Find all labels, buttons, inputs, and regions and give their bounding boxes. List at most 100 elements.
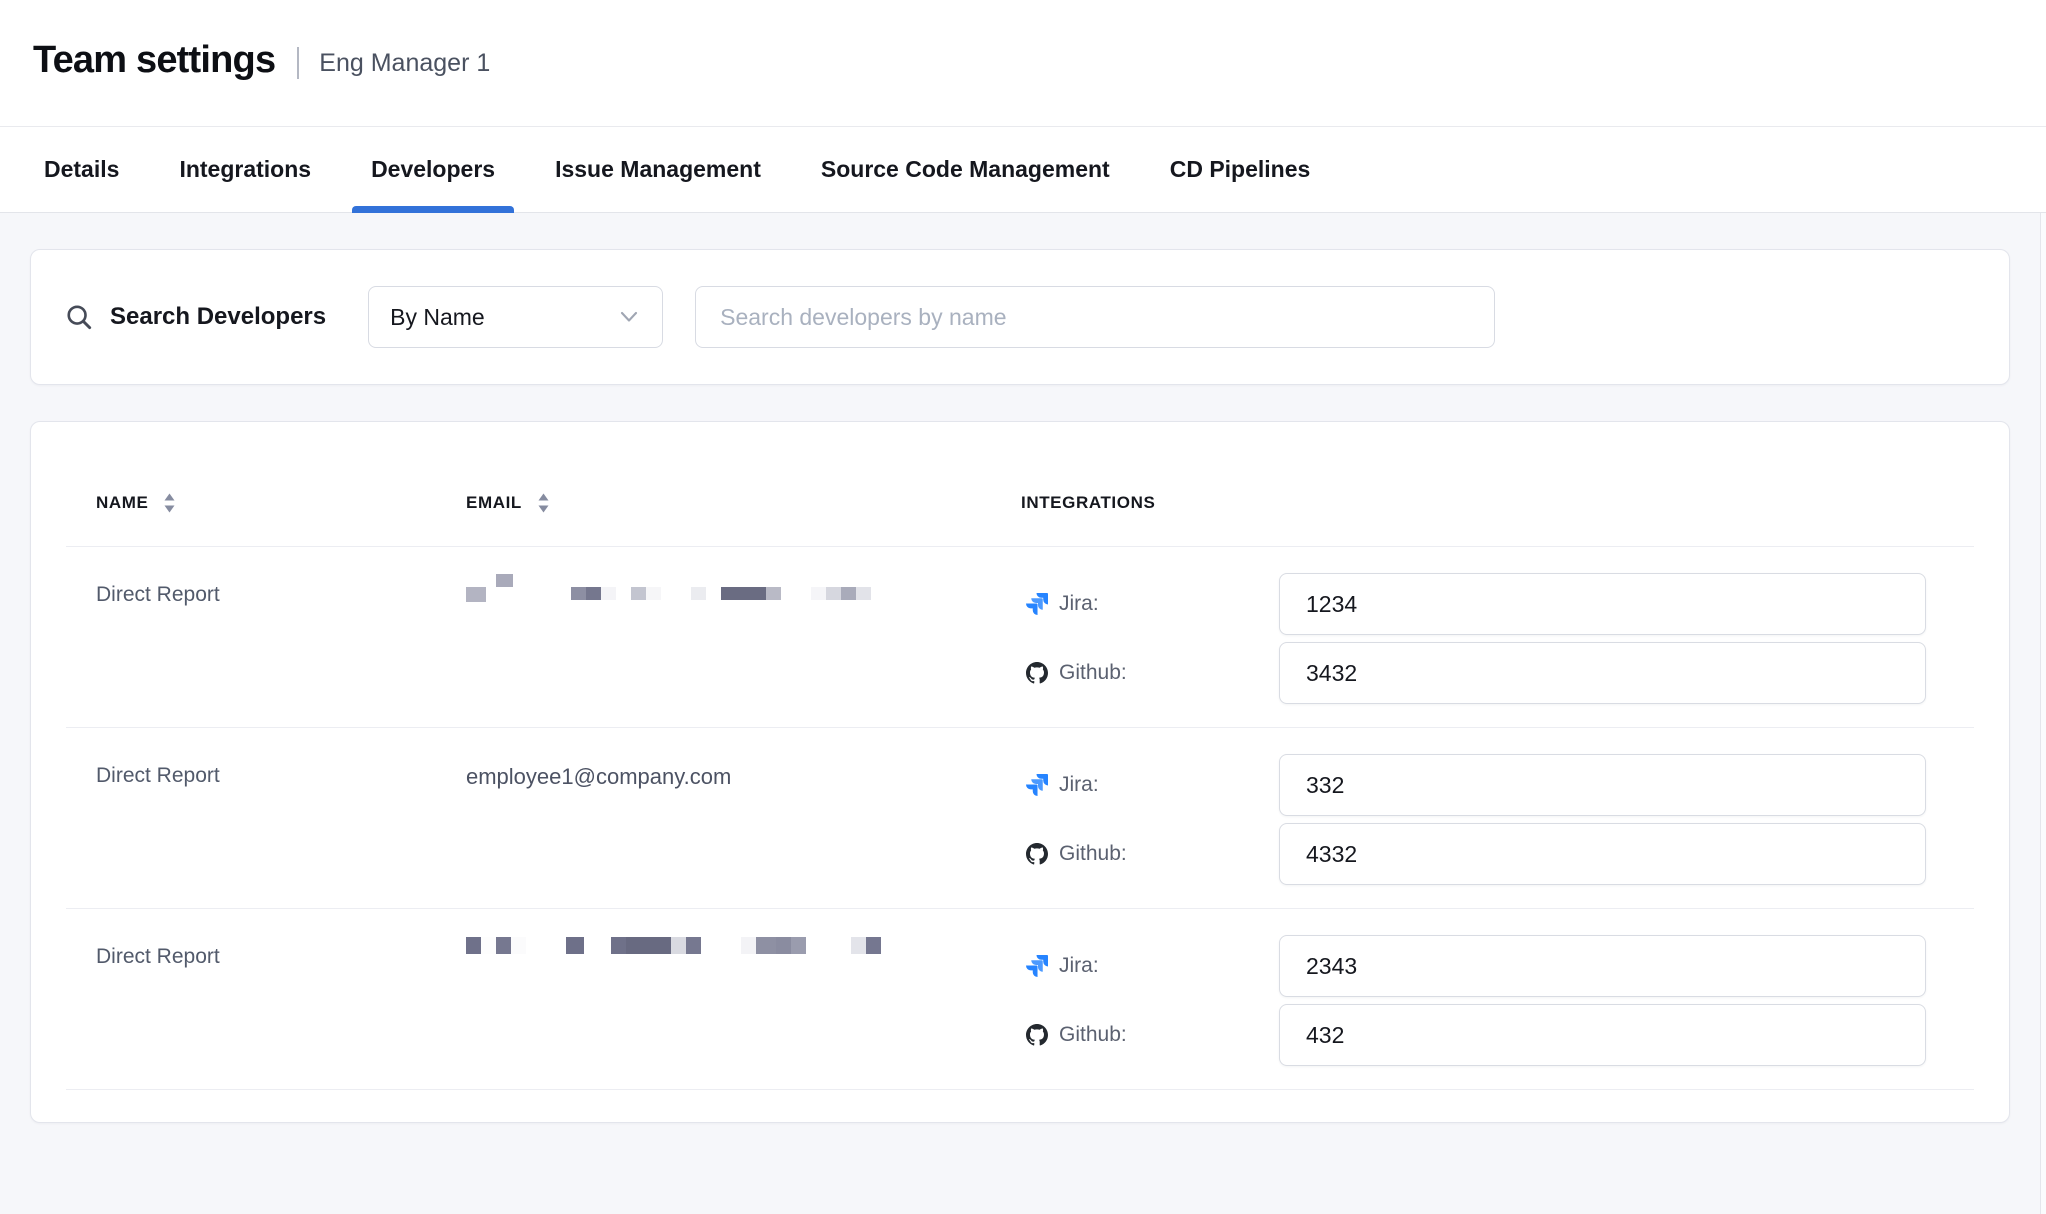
- chevron-down-icon: [620, 311, 638, 323]
- jira-label-group: Jira:: [1021, 773, 1279, 797]
- github-label: Github:: [1059, 842, 1127, 866]
- jira-icon: [1026, 955, 1048, 977]
- team-settings-page: Team settings Eng Manager 1 Details Integ…: [0, 0, 2046, 1214]
- search-input[interactable]: [695, 286, 1495, 348]
- tab-details[interactable]: Details: [25, 127, 138, 212]
- github-icon: [1026, 662, 1048, 684]
- developer-name: Direct Report: [96, 909, 456, 1089]
- redacted-email-pixels: [741, 937, 756, 954]
- developer-name: Direct Report: [96, 547, 456, 727]
- sort-arrows-icon[interactable]: [162, 491, 177, 515]
- redacted-email-pixels: [631, 587, 646, 600]
- tab-developers[interactable]: Developers: [352, 127, 514, 212]
- github-id-input[interactable]: [1279, 642, 1926, 704]
- sort-arrows-icon[interactable]: [536, 491, 551, 515]
- jira-field: Jira:: [1021, 754, 1926, 816]
- jira-label: Jira:: [1059, 954, 1099, 978]
- redacted-email-pixels: [646, 587, 661, 600]
- settings-tabbar: Details Integrations Developers Issue Manag…: [0, 127, 2046, 213]
- name-header-label: NAME: [96, 493, 148, 513]
- developer-email: [456, 547, 1021, 727]
- github-label: Github:: [1059, 661, 1127, 685]
- github-id-input[interactable]: [1279, 823, 1926, 885]
- jira-id-input[interactable]: [1279, 935, 1926, 997]
- jira-field: Jira:: [1021, 935, 1926, 997]
- row-divider: [66, 1089, 1974, 1090]
- github-id-input[interactable]: [1279, 1004, 1926, 1066]
- search-filter-dropdown[interactable]: By Name: [368, 286, 663, 348]
- integrations-cell: Jira: Github:: [1021, 547, 1926, 727]
- column-header-integrations: INTEGRATIONS: [1021, 493, 1926, 513]
- tab-integrations[interactable]: Integrations: [160, 127, 330, 212]
- redacted-email-pixels: [856, 587, 871, 600]
- page-title: Team settings: [33, 39, 275, 82]
- tab-label: Developers: [371, 156, 495, 183]
- redacted-email-pixels: [496, 937, 511, 954]
- developer-email: employee1@company.com: [456, 728, 1021, 908]
- integrations-header-label: INTEGRATIONS: [1021, 493, 1155, 513]
- github-field: Github:: [1021, 1004, 1926, 1066]
- table-row: Direct Report Jira:: [31, 909, 2009, 1089]
- tab-source-code-management[interactable]: Source Code Management: [802, 127, 1129, 212]
- redacted-email-pixels: [511, 937, 526, 954]
- redacted-email-pixels: [866, 937, 881, 954]
- team-name-subtitle: Eng Manager 1: [319, 49, 490, 78]
- github-label: Github:: [1059, 1023, 1127, 1047]
- github-field: Github:: [1021, 823, 1926, 885]
- jira-icon: [1026, 774, 1048, 796]
- search-developers-card: Search Developers By Name: [30, 249, 2010, 385]
- tab-label: Source Code Management: [821, 156, 1110, 183]
- redacted-email-pixels: [766, 587, 781, 600]
- jira-icon: [1026, 593, 1048, 615]
- integrations-cell: Jira: Github:: [1021, 728, 1926, 908]
- jira-label-group: Jira:: [1021, 954, 1279, 978]
- redacted-email-pixels: [601, 587, 616, 600]
- redacted-email-pixels: [466, 937, 481, 954]
- tab-label: Issue Management: [555, 156, 761, 183]
- github-field: Github:: [1021, 642, 1926, 704]
- redacted-email-pixels: [496, 574, 513, 587]
- tab-label: Details: [44, 156, 119, 183]
- jira-id-input[interactable]: [1279, 754, 1926, 816]
- jira-label-group: Jira:: [1021, 592, 1279, 616]
- search-filter-value: By Name: [390, 304, 485, 331]
- redacted-email-pixels: [611, 937, 626, 954]
- tab-cd-pipelines[interactable]: CD Pipelines: [1151, 127, 1330, 212]
- github-label-group: Github:: [1021, 1023, 1279, 1047]
- redacted-email-pixels: [566, 937, 584, 954]
- tab-issue-management[interactable]: Issue Management: [536, 127, 780, 212]
- redacted-email-pixels: [826, 587, 841, 600]
- redacted-email-pixels: [671, 937, 686, 954]
- redacted-email-pixels: [851, 937, 866, 954]
- tab-label: CD Pipelines: [1170, 156, 1311, 183]
- developer-name: Direct Report: [96, 728, 456, 908]
- tab-label: Integrations: [179, 156, 311, 183]
- column-header-email: EMAIL: [456, 491, 1021, 515]
- jira-id-input[interactable]: [1279, 573, 1926, 635]
- developers-table-card: NAME EMAIL: [30, 421, 2010, 1123]
- table-body: Direct Report Jira:: [31, 547, 2009, 1090]
- jira-field: Jira:: [1021, 573, 1926, 635]
- table-row: Direct Report employee1@company.com Jira…: [31, 728, 2009, 908]
- active-tab-underline: [352, 206, 514, 213]
- integrations-cell: Jira: Github:: [1021, 909, 1926, 1089]
- redacted-email-pixels: [466, 587, 486, 602]
- table-row: Direct Report Jira:: [31, 547, 2009, 727]
- github-icon: [1026, 843, 1048, 865]
- redacted-email-pixels: [586, 587, 601, 600]
- redacted-email-pixels: [481, 937, 496, 954]
- title-separator: [297, 47, 299, 79]
- github-icon: [1026, 1024, 1048, 1046]
- redacted-email-pixels: [686, 937, 701, 954]
- github-label-group: Github:: [1021, 661, 1279, 685]
- table-header-row: NAME EMAIL: [31, 422, 2009, 546]
- jira-label: Jira:: [1059, 773, 1099, 797]
- redacted-email-pixels: [841, 587, 856, 600]
- redacted-email-pixels: [571, 587, 586, 600]
- redacted-email-pixels: [776, 937, 791, 954]
- column-header-name: NAME: [96, 491, 456, 515]
- scrollbar-gutter[interactable]: [2040, 213, 2046, 1214]
- developer-email: [456, 909, 1021, 1089]
- content-area: Search Developers By Name NAME: [0, 213, 2046, 1123]
- jira-label: Jira:: [1059, 592, 1099, 616]
